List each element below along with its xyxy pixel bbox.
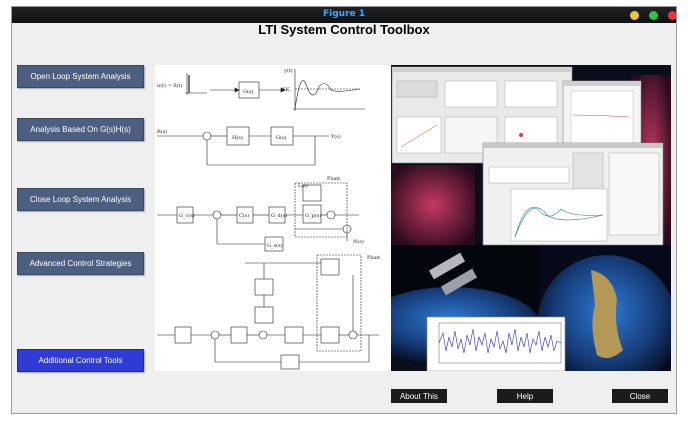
g-block-label: G(s)	[243, 88, 254, 95]
gd-block-label: G_d(s)	[271, 212, 287, 219]
kk-label: KK	[282, 87, 290, 93]
help-button[interactable]: Help	[497, 389, 553, 403]
block-diagram-panel: u(t) = δ(t) G(s) y(t) KK R(s) H(s) G(s) …	[155, 65, 391, 371]
collage-graphics	[361, 65, 676, 395]
block-diagram: u(t) = δ(t) G(s) y(t) KK R(s) H(s) G(s) …	[157, 67, 380, 370]
open-loop-analysis-button[interactable]: Open Loop System Analysis	[17, 65, 144, 88]
window-title: Figure 1	[322, 9, 366, 19]
title-bar: Figure 1	[12, 7, 676, 23]
close-button[interactable]: Close	[612, 389, 668, 403]
noise-label: N(s)	[353, 238, 364, 245]
plant-label-2: Plant	[367, 255, 380, 261]
app-heading: LTI System Control Toolbox	[258, 22, 430, 37]
response-axis-label: y(t)	[283, 67, 293, 74]
advanced-control-button[interactable]: Advanced Control Strategies	[17, 252, 144, 275]
gp-block-label: G_p(s)	[305, 212, 321, 219]
close-window-icon[interactable]	[668, 11, 676, 20]
disturbance-label: L(s)	[298, 182, 308, 189]
y-label: Y(s)	[330, 133, 341, 140]
close-loop-analysis-button[interactable]: Close Loop System Analysis	[17, 188, 144, 211]
plant-label: Plant	[327, 176, 340, 182]
about-button[interactable]: About This	[391, 389, 447, 403]
gc-block-label: G_c(s)	[179, 212, 195, 219]
c-block-label: C(s)	[239, 212, 249, 219]
maximize-icon[interactable]	[649, 11, 658, 20]
h-block-label: H(s)	[232, 134, 243, 141]
additional-tools-button[interactable]: Additional Control Tools	[17, 349, 144, 372]
screenshots-collage	[361, 65, 676, 395]
r-label: R(s)	[157, 128, 167, 135]
minimize-icon[interactable]	[630, 11, 639, 20]
g-block-label-2: G(s)	[276, 134, 287, 141]
app-window: Figure 1 LTI System Control Toolbox Open…	[11, 6, 677, 414]
ghs-analysis-button[interactable]: Analysis Based On G(s)H(s)	[17, 118, 144, 141]
impulse-input-label: u(t) = δ(t)	[157, 82, 182, 89]
gs-block-label: G_s(s)	[267, 242, 283, 249]
